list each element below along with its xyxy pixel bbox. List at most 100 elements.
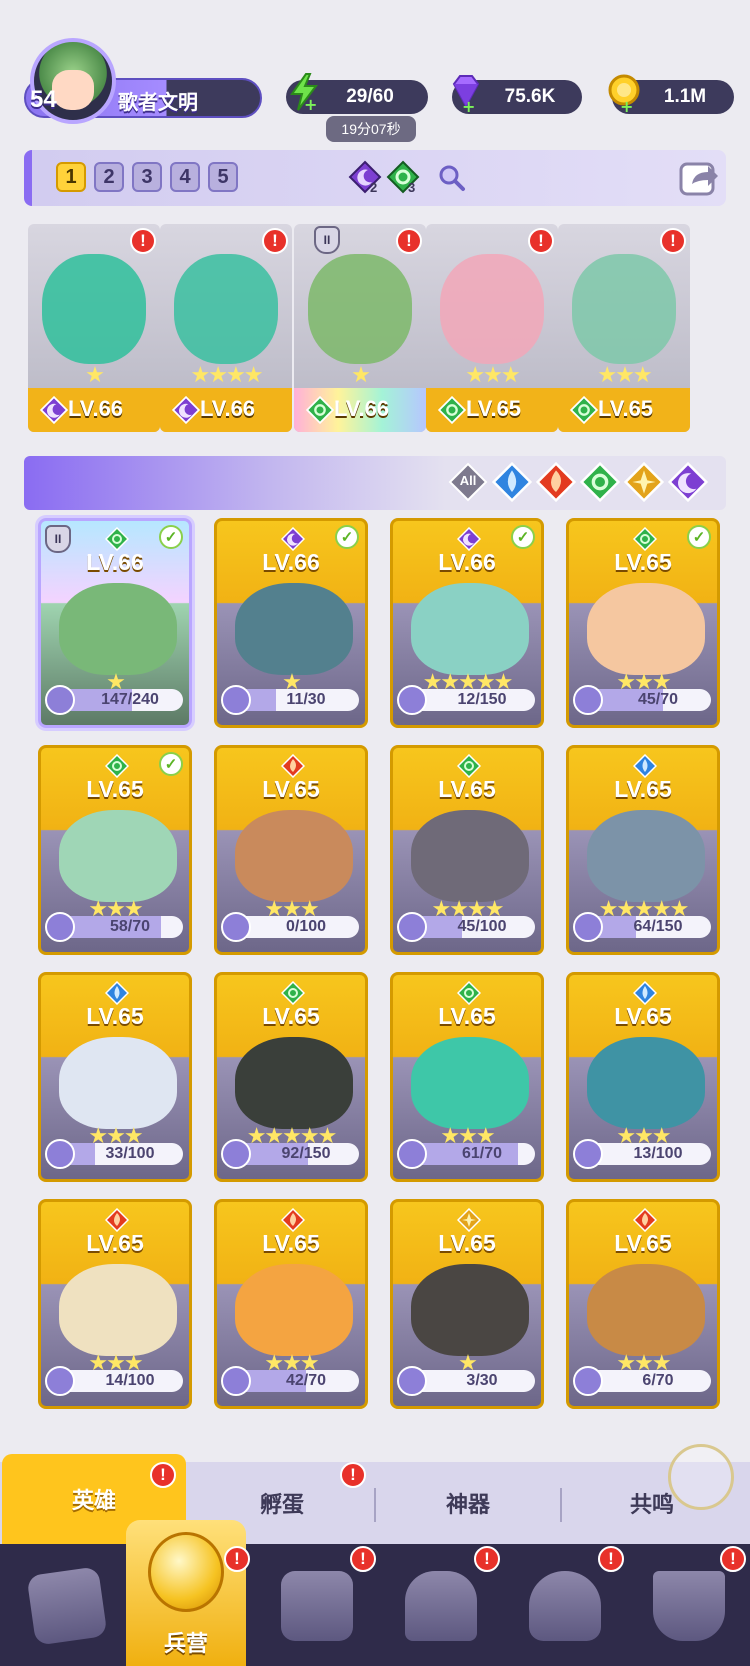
check-icon: ✓ (159, 525, 183, 549)
leaf-element-icon (569, 395, 599, 425)
hero-card[interactable]: LV.65 ★★★ 33/100 (38, 972, 192, 1182)
alert-icon: ! (660, 228, 686, 254)
water-element-icon (632, 753, 658, 779)
shard-progress-text: 61/70 (461, 1145, 503, 1162)
hero-portrait (235, 1264, 353, 1356)
team-slot-4[interactable]: ★★★ LV.65 ! (426, 224, 558, 432)
light-element-icon (456, 1207, 482, 1233)
filter-leaf-icon[interactable] (579, 461, 621, 503)
shard-icon (45, 912, 75, 942)
filter-all-icon[interactable]: All (448, 462, 488, 502)
hero-level: LV.65 (438, 1230, 496, 1256)
filter-fire-icon[interactable] (535, 461, 577, 503)
hero-level: LV.65 (614, 1003, 672, 1029)
hero-portrait (587, 583, 705, 675)
hero-level: LV.65 (86, 1230, 144, 1256)
hero-card[interactable]: LV.65 ★★★ 0/100 (214, 745, 368, 955)
lightning-icon: + (290, 73, 318, 112)
search-icon[interactable] (436, 162, 466, 192)
team-slot-2[interactable]: ★★★★ LV.66 ! (160, 224, 292, 432)
team-tab-4[interactable]: 4 (170, 162, 200, 192)
hero-card[interactable]: LV.66 ★ 11/30 ✓ (214, 518, 368, 728)
filter-all-label: All (459, 473, 477, 488)
shard-icon (573, 912, 603, 942)
leaf-element-icon (305, 395, 335, 425)
team-slot-3[interactable]: ★ LV.66 ! (294, 224, 426, 432)
team-slot-1[interactable]: ★ LV.66 ! (28, 224, 160, 432)
nav-castle[interactable] (386, 1556, 496, 1656)
hero-level: LV.65 (262, 1230, 320, 1256)
team-tab-1[interactable]: 1 (56, 162, 86, 192)
hero-card[interactable]: LV.65 ★★★★★ 92/150 (214, 972, 368, 1182)
hero-level: LV.66 (262, 549, 320, 575)
element-filter-bar (24, 456, 726, 510)
coin-icon: + (608, 74, 640, 112)
fire-element-icon (104, 1207, 130, 1233)
moon-count: 2 (370, 180, 378, 195)
shard-progress-text: 42/70 (285, 1372, 327, 1389)
leaf-element-icon (632, 526, 658, 552)
hero-portrait (587, 1264, 705, 1356)
check-icon: ✓ (159, 752, 183, 776)
alert-icon: ! (262, 228, 288, 254)
check-icon: ✓ (511, 525, 535, 549)
filter-moon-icon[interactable] (667, 461, 709, 503)
shard-icon (573, 685, 603, 715)
nav-cards[interactable] (12, 1556, 122, 1656)
moon-element-icon (171, 395, 201, 425)
nav-mushroom[interactable] (510, 1556, 620, 1656)
hero-stars: ★ (351, 362, 371, 387)
moon-element-icon (280, 526, 306, 552)
moon-element-icon (456, 526, 482, 552)
hero-card[interactable]: LV.65 ★★★ 6/70 (566, 1199, 720, 1409)
nav-map[interactable] (262, 1556, 372, 1656)
hero-level: LV.65 (466, 396, 522, 421)
hero-portrait (411, 1264, 529, 1356)
team-tab-2[interactable]: 2 (94, 162, 124, 192)
shard-progress-text: 58/70 (109, 918, 151, 935)
team-slot-5[interactable]: ★★★ LV.65 ! (558, 224, 690, 432)
castle-icon (405, 1571, 477, 1641)
sparkle-ring-button[interactable] (668, 1444, 734, 1510)
hero-portrait (587, 810, 705, 902)
hero-card[interactable]: LV.65 ★★★ 42/70 (214, 1199, 368, 1409)
hero-card[interactable]: LV.65 ★ 3/30 (390, 1199, 544, 1409)
shard-icon (221, 912, 251, 942)
svg-text:+: + (462, 97, 475, 112)
hero-level: LV.66 (68, 396, 124, 421)
hero-portrait (308, 254, 412, 364)
team-tab-3[interactable]: 3 (132, 162, 162, 192)
filter-light-icon[interactable] (623, 461, 665, 503)
leaf-element-icon (280, 980, 306, 1006)
cards-icon (26, 1566, 108, 1646)
shard-icon (45, 1139, 75, 1169)
hero-card[interactable]: LV.65 ★★★ 58/70 ✓ (38, 745, 192, 955)
mushroom-icon (529, 1571, 601, 1641)
shard-icon (221, 685, 251, 715)
hero-card[interactable]: LV.65 ★★★ 14/100 (38, 1199, 192, 1409)
hero-card[interactable]: LV.65 ★★★ 61/70 (390, 972, 544, 1182)
fire-element-icon (632, 1207, 658, 1233)
shard-icon (221, 1366, 251, 1396)
shard-progress-text: 14/100 (105, 1372, 155, 1389)
filter-water-icon[interactable] (491, 461, 533, 503)
hero-level: LV.65 (614, 776, 672, 802)
alert-icon: ! (396, 228, 422, 254)
svg-text:+: + (620, 97, 633, 112)
hero-stars: ★ (85, 362, 105, 387)
leaf-element-icon (456, 980, 482, 1006)
gem-icon: + (452, 75, 480, 112)
hero-card[interactable]: LV.65 ★★★★ 45/100 (390, 745, 544, 955)
hero-card[interactable]: LV.65 ★★★★★ 64/150 (566, 745, 720, 955)
hero-card[interactable]: LV.65 ★★★ 45/70 ✓ (566, 518, 720, 728)
shard-icon (573, 1139, 603, 1169)
hero-portrait (587, 1037, 705, 1129)
alert-icon: ! (528, 228, 554, 254)
hero-card[interactable]: LV.66 ★ 147/240 ✓ II (38, 518, 192, 728)
gems-value: 75.6K (504, 86, 556, 107)
share-icon[interactable] (678, 156, 720, 198)
team-tab-5[interactable]: 5 (208, 162, 238, 192)
tab-artifacts[interactable]: 神器 (376, 1478, 560, 1528)
hero-card[interactable]: LV.65 ★★★ 13/100 (566, 972, 720, 1182)
hero-card[interactable]: LV.66 ★★★★★ 12/150 ✓ (390, 518, 544, 728)
